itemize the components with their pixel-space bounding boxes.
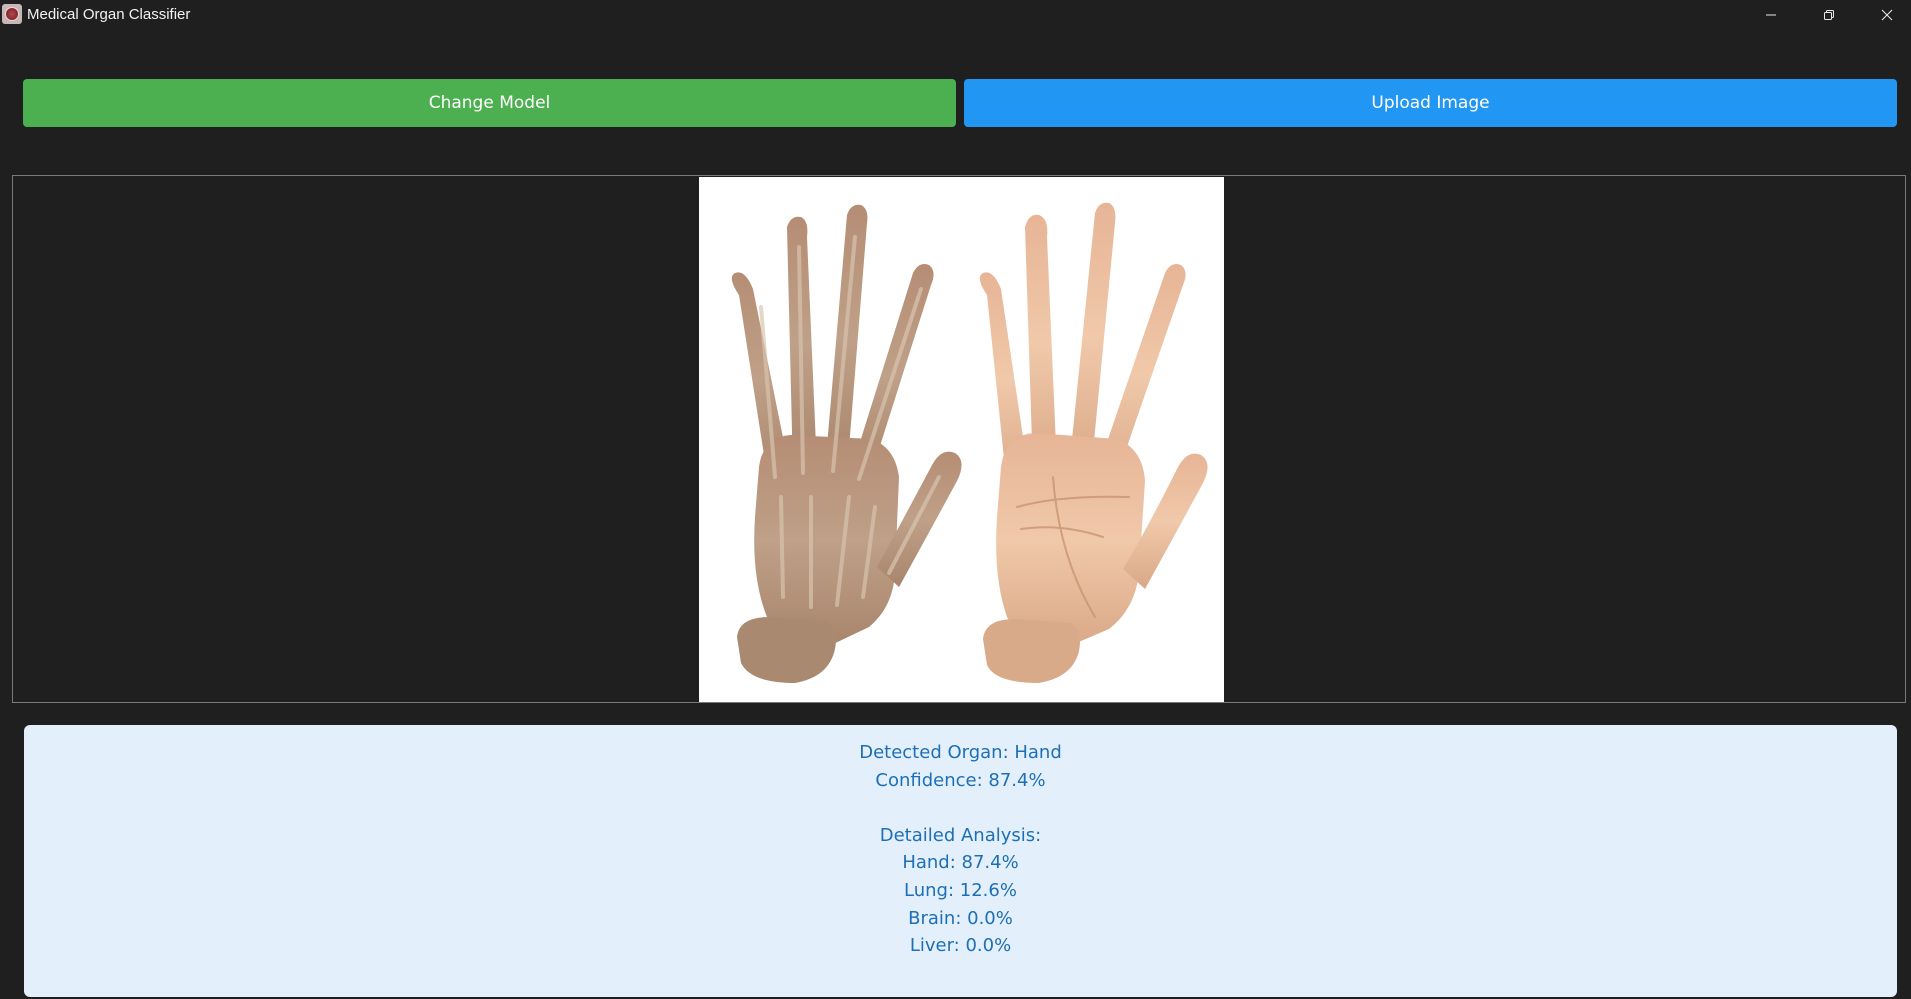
analysis-item-lung: Lung: 12.6% (904, 879, 1017, 901)
results-panel: Detected Organ: Hand Confidence: 87.4% D… (24, 725, 1897, 997)
analysis-item-hand: Hand: 87.4% (902, 852, 1019, 874)
restore-icon (1824, 10, 1834, 20)
upload-image-button[interactable]: Upload Image (964, 79, 1897, 127)
medical-app-icon (2, 4, 22, 24)
title-bar[interactable]: Medical Organ Classifier (0, 0, 1911, 30)
restore-button[interactable] (1800, 0, 1858, 30)
analysis-item-liver: Liver: 0.0% (909, 935, 1012, 957)
window-title: Medical Organ Classifier (27, 6, 191, 23)
change-model-button[interactable]: Change Model (23, 79, 956, 127)
detected-organ-text: Detected Organ: Hand (859, 742, 1062, 763)
uploaded-image (699, 177, 1224, 702)
confidence-text: Confidence: 87.4% (875, 769, 1046, 791)
minimize-icon (1766, 14, 1776, 16)
app-window: Medical Organ Classifier Change Model Up… (0, 0, 1911, 999)
close-button[interactable] (1858, 0, 1911, 30)
close-icon (1881, 9, 1893, 21)
minimize-button[interactable] (1742, 0, 1800, 30)
image-preview-panel (12, 175, 1906, 703)
hands-image (699, 177, 1224, 702)
detailed-analysis-heading: Detailed Analysis: (879, 824, 1042, 846)
analysis-item-brain: Brain: 0.0% (908, 907, 1013, 929)
